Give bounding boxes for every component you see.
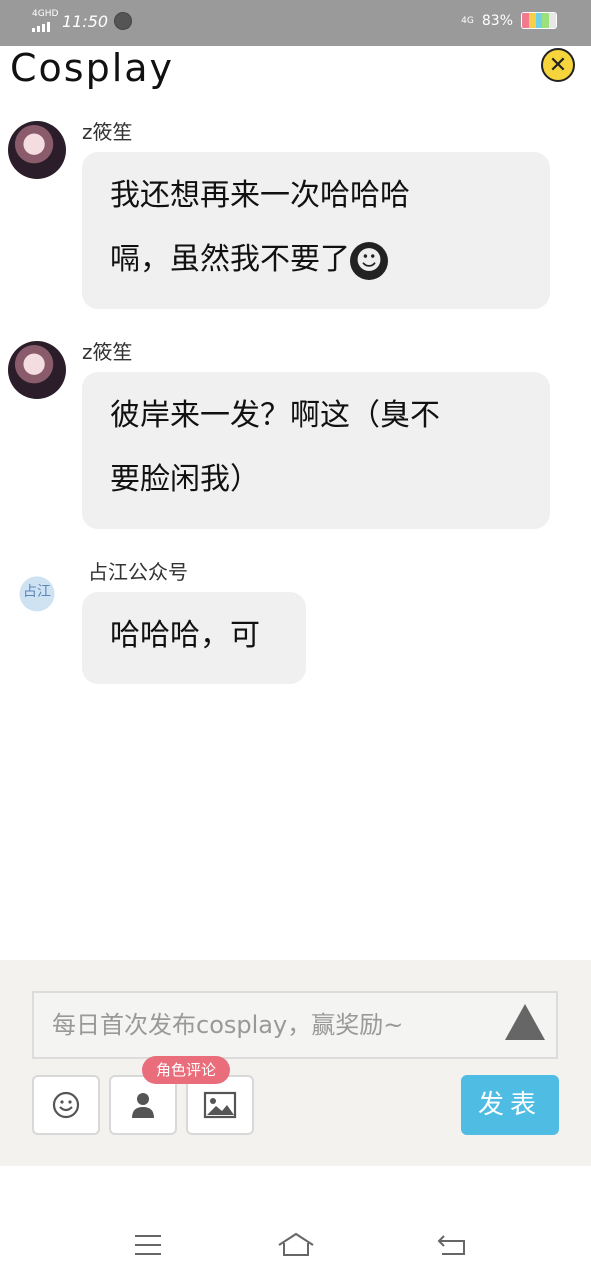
avatar[interactable] [8,341,66,399]
message-item: z筱笙 彼岸来一发？啊这（臭不 要脸闲我） [0,336,591,536]
role-button[interactable] [109,1075,177,1135]
sender-name: 占江公众号 [88,560,188,584]
comment-composer: 每日首次发布cosplay，赢奖励~ 角色评论 发表 [0,960,591,1166]
expand-arrow-icon[interactable] [505,1004,545,1040]
menu-button[interactable] [128,1230,168,1260]
message-bubble[interactable]: 我还想再来一次哈哈哈 嗝，虽然我不要了 ☻ [82,152,550,309]
avatar-logo-text: 占江 [23,584,51,600]
network-type: 4GHD [32,9,59,19]
message-bubble[interactable]: 彼岸来一发？啊这（臭不 要脸闲我） [82,372,550,529]
avatar[interactable]: 占江 [8,562,66,620]
message-line: 我还想再来一次哈哈哈 [110,178,410,213]
message-line: 彼岸来一发？啊这（臭不 [110,398,440,433]
image-button[interactable] [186,1075,254,1135]
message-line: 哈哈哈，可 [110,618,260,653]
back-button[interactable] [432,1230,472,1260]
smiley-icon [52,1091,80,1119]
back-icon [437,1235,465,1255]
publish-button[interactable]: 发表 [461,1075,559,1135]
home-button[interactable] [276,1230,316,1260]
avatar[interactable] [8,121,66,179]
message-bubble[interactable]: 哈哈哈，可 [82,592,306,684]
message-item: 占江 占江公众号 哈哈哈，可 [0,556,591,696]
system-navbar [0,1166,591,1280]
network-signal-icon: 4GHD [32,9,59,32]
app-notification-icon [114,12,133,30]
home-icon [278,1232,314,1256]
message-line: 要脸闲我） [110,462,260,497]
comment-placeholder: 每日首次发布cosplay，赢奖励~ [52,1011,404,1039]
sender-name: z筱笙 [82,120,133,144]
close-button[interactable]: ✕ [541,48,575,82]
sender-name: z筱笙 [82,340,133,364]
emoji-button[interactable] [32,1075,100,1135]
battery-percent: 83% [481,12,513,29]
comment-input[interactable]: 每日首次发布cosplay，赢奖励~ [32,991,558,1059]
smiley-emoji-icon: ☻ [350,241,388,280]
message-line-wrap: 嗝，虽然我不要了 ☻ [110,228,522,292]
message-line: 嗝，虽然我不要了 [110,242,350,277]
status-bar: 4GHD 11:50 4G 83% [0,0,591,46]
person-icon [132,1093,154,1118]
battery-icon [521,12,557,29]
close-icon: ✕ [548,52,568,78]
menu-icon [135,1235,161,1255]
signal-4g-label: 4G [461,15,474,26]
message-item: z筱笙 我还想再来一次哈哈哈 嗝，虽然我不要了 ☻ [0,116,591,316]
image-icon [203,1091,237,1119]
page-title: Cosplay [10,46,175,90]
status-time: 11:50 [62,11,109,31]
role-comment-badge: 角色评论 [142,1056,231,1084]
